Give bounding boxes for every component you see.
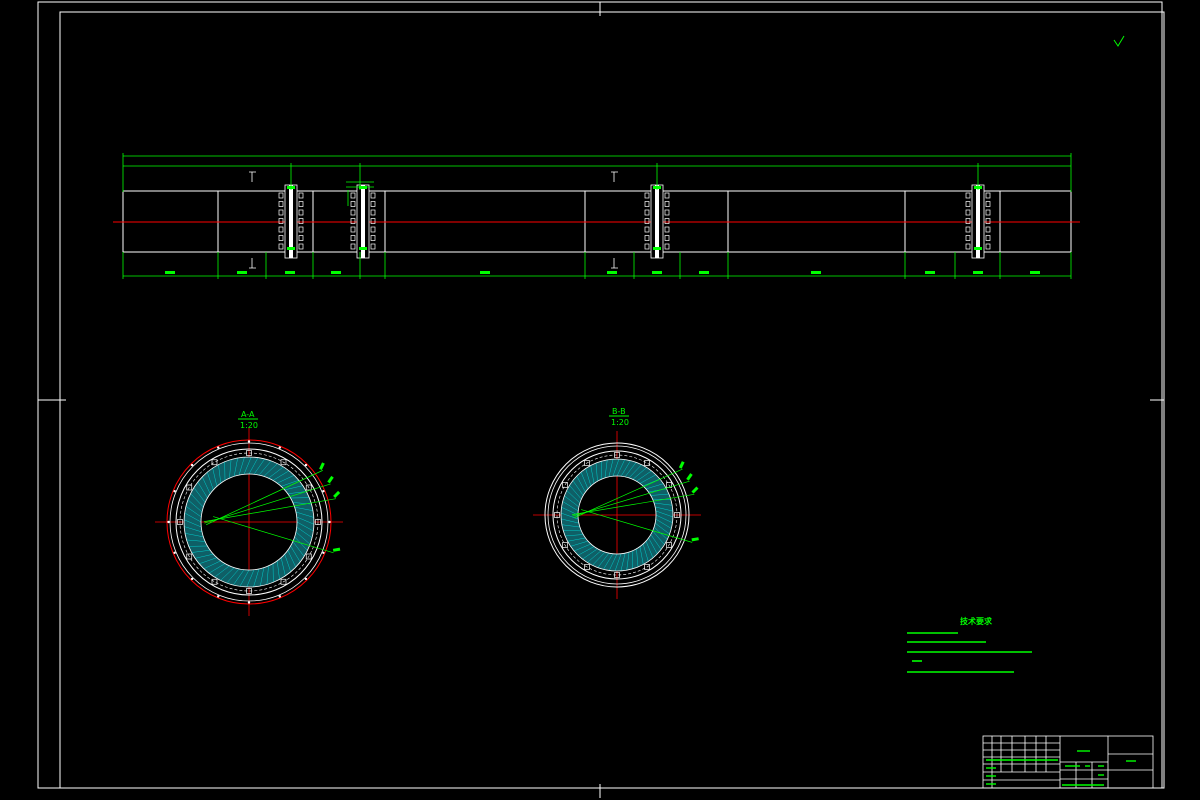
leader-label: [319, 462, 325, 470]
bolt-hole: [247, 601, 251, 604]
bolt-hole: [328, 520, 331, 524]
bolt-hole: [322, 489, 325, 493]
bolt-hole: [304, 577, 308, 581]
cad-drawing-canvas: A-A 1:20 B-B 1:20 技术要求: [37, 1, 1165, 798]
section-b-b-view: B-B 1:20: [533, 407, 701, 599]
bottom-dimension-labels: [165, 271, 1040, 274]
section-marks: [249, 171, 618, 269]
support-pad: [644, 460, 650, 466]
bolt-hole: [247, 440, 251, 443]
section-b-scale: 1:20: [611, 418, 629, 427]
support-pad: [211, 459, 218, 466]
tyre-rings: [278, 181, 991, 259]
leader-label: [333, 490, 341, 498]
bolt-hole: [278, 446, 282, 449]
bottom-dimensions: [122, 252, 1072, 279]
bolt-hole: [190, 577, 194, 581]
bolt-hole: [216, 595, 220, 598]
bolt-hole: [190, 463, 194, 467]
tech-req-title: 技术要求: [960, 616, 993, 626]
section-a-label: A-A: [241, 410, 255, 419]
section-b-geometry: [533, 431, 701, 599]
roughness-symbol-icon: [1113, 35, 1125, 47]
top-dimensions: [122, 153, 1072, 192]
leader-label: [691, 537, 699, 542]
leader-label: [332, 547, 341, 552]
bolt-hole: [173, 489, 176, 493]
shell-elevation-view: [113, 190, 1080, 253]
support-pad: [562, 482, 568, 488]
bolt-hole: [304, 463, 308, 467]
bolt-hole: [167, 520, 170, 524]
leader-label: [691, 486, 699, 494]
bolt-hole: [278, 595, 282, 598]
bolt-hole: [322, 551, 325, 555]
leader-label: [686, 473, 693, 481]
outer-frame: [37, 1, 1163, 789]
title-block: [982, 735, 1154, 789]
leader-label: [327, 475, 334, 484]
section-b-label: B-B: [612, 407, 626, 416]
leader-label: [678, 461, 685, 469]
leader-line: [203, 498, 336, 523]
bolt-hole: [216, 446, 220, 449]
leader-line: [581, 509, 693, 543]
technical-requirements: 技术要求: [907, 616, 1032, 673]
section-a-a-view: A-A 1:20: [155, 410, 343, 616]
section-a-geometry: [155, 428, 343, 616]
support-pad: [211, 578, 218, 585]
bolt-hole: [173, 551, 176, 555]
